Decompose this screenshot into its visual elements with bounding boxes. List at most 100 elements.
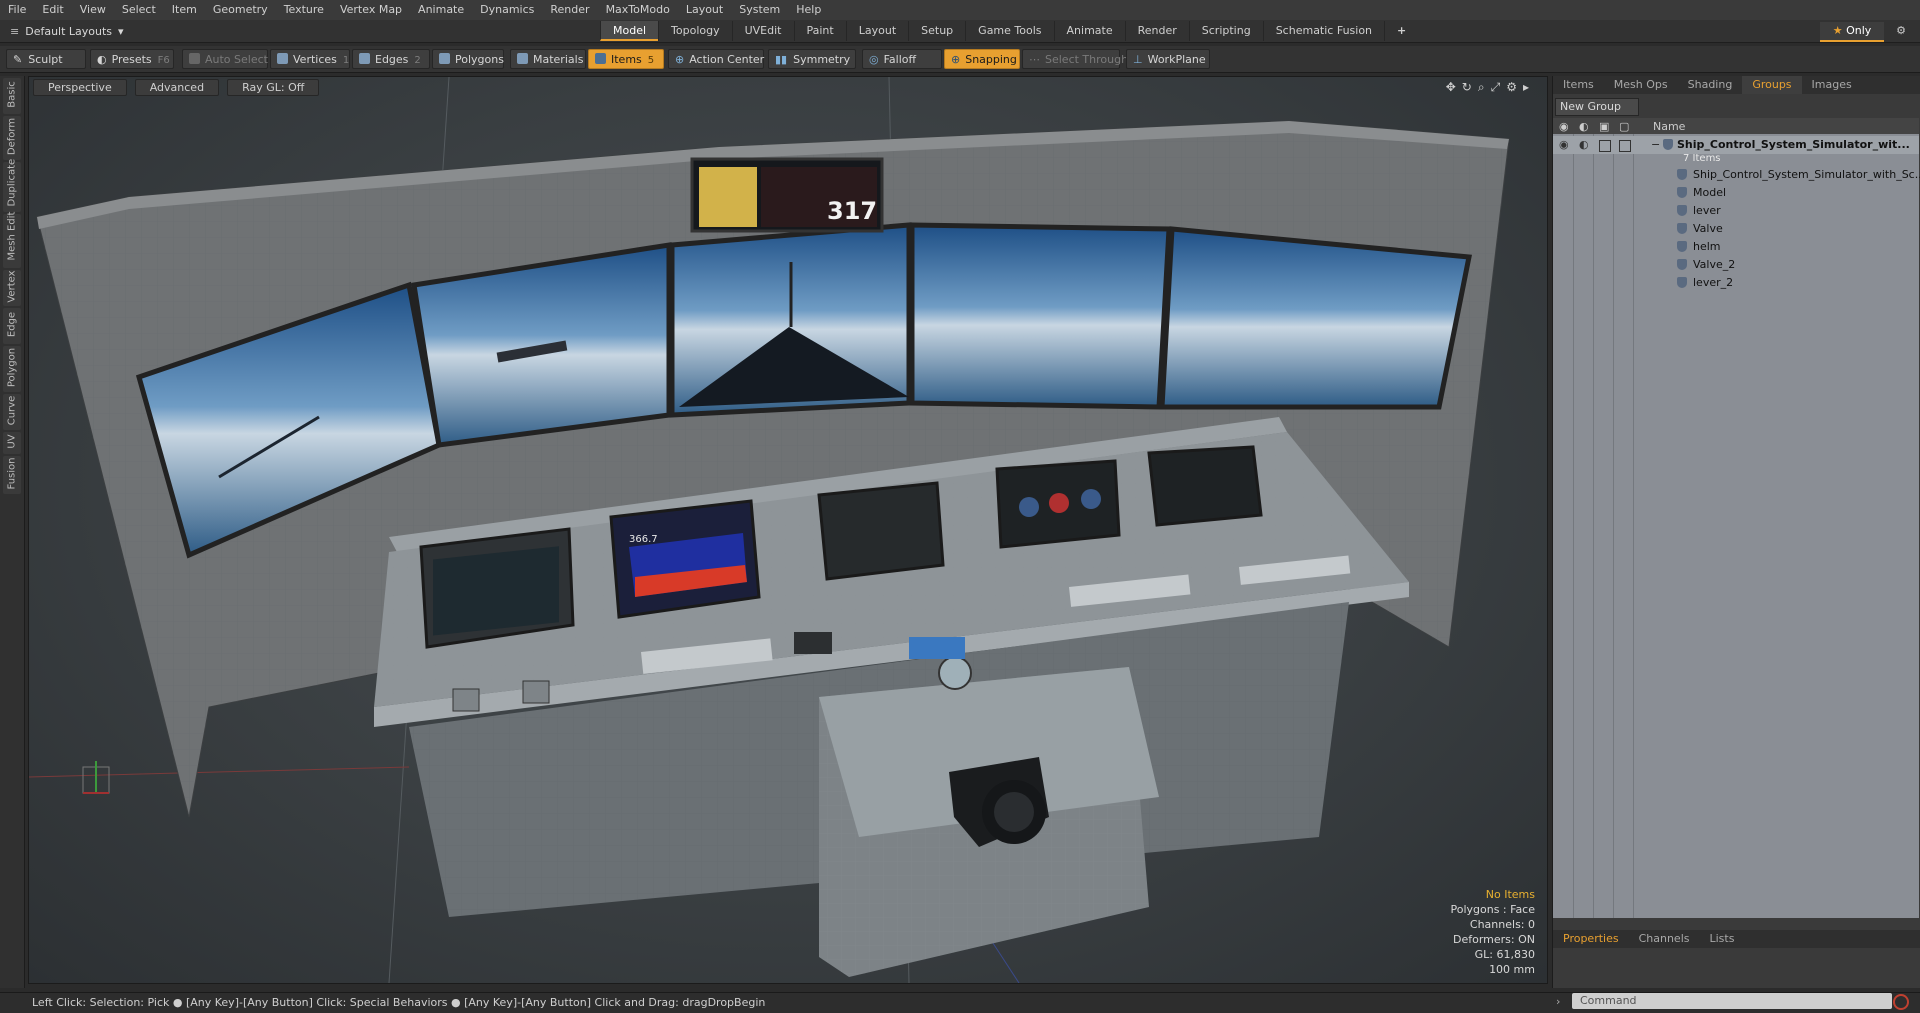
- sculpt-icon: ✎: [13, 53, 23, 66]
- advanced-dropdown[interactable]: Advanced: [134, 79, 220, 96]
- falloff-button[interactable]: ◎ Falloff: [862, 49, 942, 69]
- move-view-icon[interactable]: ✥: [1446, 80, 1456, 95]
- side-tab-mesh-edit[interactable]: Mesh Edit: [3, 211, 21, 268]
- tree-child-row[interactable]: Valve_2: [1553, 256, 1919, 274]
- menu-layout[interactable]: Layout: [678, 0, 731, 20]
- stat-polygons: Polygons : Face: [1450, 903, 1535, 916]
- side-tab-label: Mesh Edit: [6, 211, 18, 261]
- menu-maxtomodo[interactable]: MaxToModo: [598, 0, 678, 20]
- tree-child-row[interactable]: lever: [1553, 202, 1919, 220]
- snapping-button[interactable]: ⊕ Snapping: [944, 49, 1020, 69]
- workplane-button[interactable]: ⊥ WorkPlane: [1126, 49, 1210, 69]
- tab-paint[interactable]: Paint: [793, 21, 846, 41]
- side-tab-fusion[interactable]: Fusion: [3, 456, 21, 494]
- raygl-dropdown[interactable]: Ray GL: Off: [227, 79, 320, 96]
- properties-panel: [1553, 948, 1920, 988]
- add-tab-icon[interactable]: +: [1384, 21, 1418, 41]
- side-tab-deform[interactable]: Deform: [3, 116, 21, 160]
- name-column-header[interactable]: Name: [1653, 120, 1685, 133]
- render-icon[interactable]: ◐: [1579, 120, 1589, 133]
- menu-edit[interactable]: Edit: [34, 0, 71, 20]
- screen-5: [1159, 226, 1472, 410]
- bottom-tab-properties[interactable]: Properties: [1553, 930, 1629, 948]
- tree-child-row[interactable]: Model: [1553, 184, 1919, 202]
- side-tab-polygon[interactable]: Polygon: [3, 346, 21, 392]
- side-tab-basic[interactable]: Basic: [3, 78, 21, 114]
- tree-child-row[interactable]: Ship_Control_System_Simulator_with_Sc...: [1553, 166, 1920, 184]
- tab-uvedit[interactable]: UVEdit: [731, 21, 794, 41]
- tree-child-row[interactable]: helm: [1553, 238, 1919, 256]
- new-group-button[interactable]: New Group: [1555, 98, 1639, 116]
- sculpt-button[interactable]: ✎ Sculpt: [6, 49, 86, 69]
- gear-icon[interactable]: ⚙: [1893, 23, 1909, 39]
- 3d-viewport[interactable]: 317 366.7 Perspective Advanced Ray GL: O…: [28, 76, 1548, 984]
- tree-child-row[interactable]: lever_2: [1553, 274, 1919, 292]
- perspective-dropdown[interactable]: Perspective: [33, 79, 127, 96]
- side-tab-uv[interactable]: UV: [3, 432, 21, 454]
- tab-game-tools[interactable]: Game Tools: [965, 21, 1053, 41]
- tab-render[interactable]: Render: [1124, 21, 1189, 41]
- materials-button[interactable]: Materials: [510, 49, 586, 69]
- edges-button[interactable]: Edges 2: [352, 49, 430, 69]
- only-button[interactable]: ★ Only: [1820, 22, 1884, 42]
- select-checkbox[interactable]: [1619, 140, 1631, 152]
- tab-scripting[interactable]: Scripting: [1188, 21, 1263, 41]
- viewport-settings-icon[interactable]: ⚙: [1506, 80, 1517, 95]
- tab-setup[interactable]: Setup: [908, 21, 965, 41]
- layout-select[interactable]: ≡ Default Layouts ▾: [10, 20, 124, 42]
- vertices-button[interactable]: Vertices 1: [270, 49, 350, 69]
- vertices-label: Vertices: [293, 53, 337, 66]
- side-tab-vertex[interactable]: Vertex: [3, 270, 21, 306]
- zoom-view-icon[interactable]: ⌕: [1478, 80, 1485, 95]
- tree-child-name: helm: [1693, 240, 1721, 253]
- select-through-button[interactable]: ⋯ Select Through: [1022, 49, 1128, 69]
- tab-topology[interactable]: Topology: [658, 21, 732, 41]
- menu-geometry[interactable]: Geometry: [205, 0, 276, 20]
- eye-icon[interactable]: ◉: [1559, 120, 1569, 133]
- tab-schematic-fusion[interactable]: Schematic Fusion: [1262, 21, 1384, 41]
- side-tab-edge[interactable]: Edge: [3, 308, 21, 344]
- action-center-button[interactable]: ⊕ Action Center: [668, 49, 764, 69]
- side-tab-duplicate[interactable]: Duplicate: [3, 158, 21, 212]
- menu-texture[interactable]: Texture: [276, 0, 332, 20]
- bottom-tab-channels[interactable]: Channels: [1629, 930, 1700, 948]
- sculpt-label: Sculpt: [28, 53, 63, 66]
- panel-tab-groups[interactable]: Groups: [1742, 76, 1802, 94]
- menu-item[interactable]: Item: [164, 0, 205, 20]
- menu-select[interactable]: Select: [114, 0, 164, 20]
- menu-help[interactable]: Help: [788, 0, 829, 20]
- lock-checkbox[interactable]: [1599, 140, 1611, 152]
- items-button[interactable]: Items 5: [588, 49, 664, 69]
- menu-vertex-map[interactable]: Vertex Map: [332, 0, 410, 20]
- auto-select-button[interactable]: Auto Select: [182, 49, 268, 69]
- panel-tab-items[interactable]: Items: [1553, 76, 1604, 94]
- record-icon[interactable]: [1893, 994, 1909, 1010]
- items-icon: [595, 53, 606, 64]
- lock-icon[interactable]: ▣: [1599, 120, 1609, 133]
- menu-dynamics[interactable]: Dynamics: [472, 0, 542, 20]
- panel-tab-mesh-ops[interactable]: Mesh Ops: [1604, 76, 1678, 94]
- tree-child-row[interactable]: Valve: [1553, 220, 1919, 238]
- side-tab-label: Duplicate: [6, 158, 18, 207]
- symmetry-button[interactable]: ▮▮ Symmetry: [768, 49, 856, 69]
- command-input[interactable]: Command: [1572, 993, 1892, 1009]
- polygons-label: Polygons: [455, 53, 504, 66]
- menu-render[interactable]: Render: [542, 0, 597, 20]
- tab-model[interactable]: Model: [600, 21, 659, 41]
- bottom-tab-lists[interactable]: Lists: [1700, 930, 1745, 948]
- panel-tab-images[interactable]: Images: [1802, 76, 1862, 94]
- menu-system[interactable]: System: [731, 0, 788, 20]
- rotate-view-icon[interactable]: ↻: [1462, 80, 1472, 95]
- tab-animate[interactable]: Animate: [1053, 21, 1125, 41]
- panel-tab-shading[interactable]: Shading: [1678, 76, 1743, 94]
- console-monitor-5: [1147, 445, 1263, 527]
- menu-animate[interactable]: Animate: [410, 0, 472, 20]
- presets-button[interactable]: ◐ Presets F6: [90, 49, 174, 69]
- viewport-more-icon[interactable]: ▸: [1523, 80, 1529, 95]
- fit-view-icon[interactable]: ⤢: [1491, 80, 1501, 95]
- menu-view[interactable]: View: [72, 0, 114, 20]
- select-icon[interactable]: ▢: [1619, 120, 1629, 133]
- polygons-button[interactable]: Polygons: [432, 49, 504, 69]
- menu-file[interactable]: File: [0, 0, 34, 20]
- tab-layout[interactable]: Layout: [845, 21, 908, 41]
